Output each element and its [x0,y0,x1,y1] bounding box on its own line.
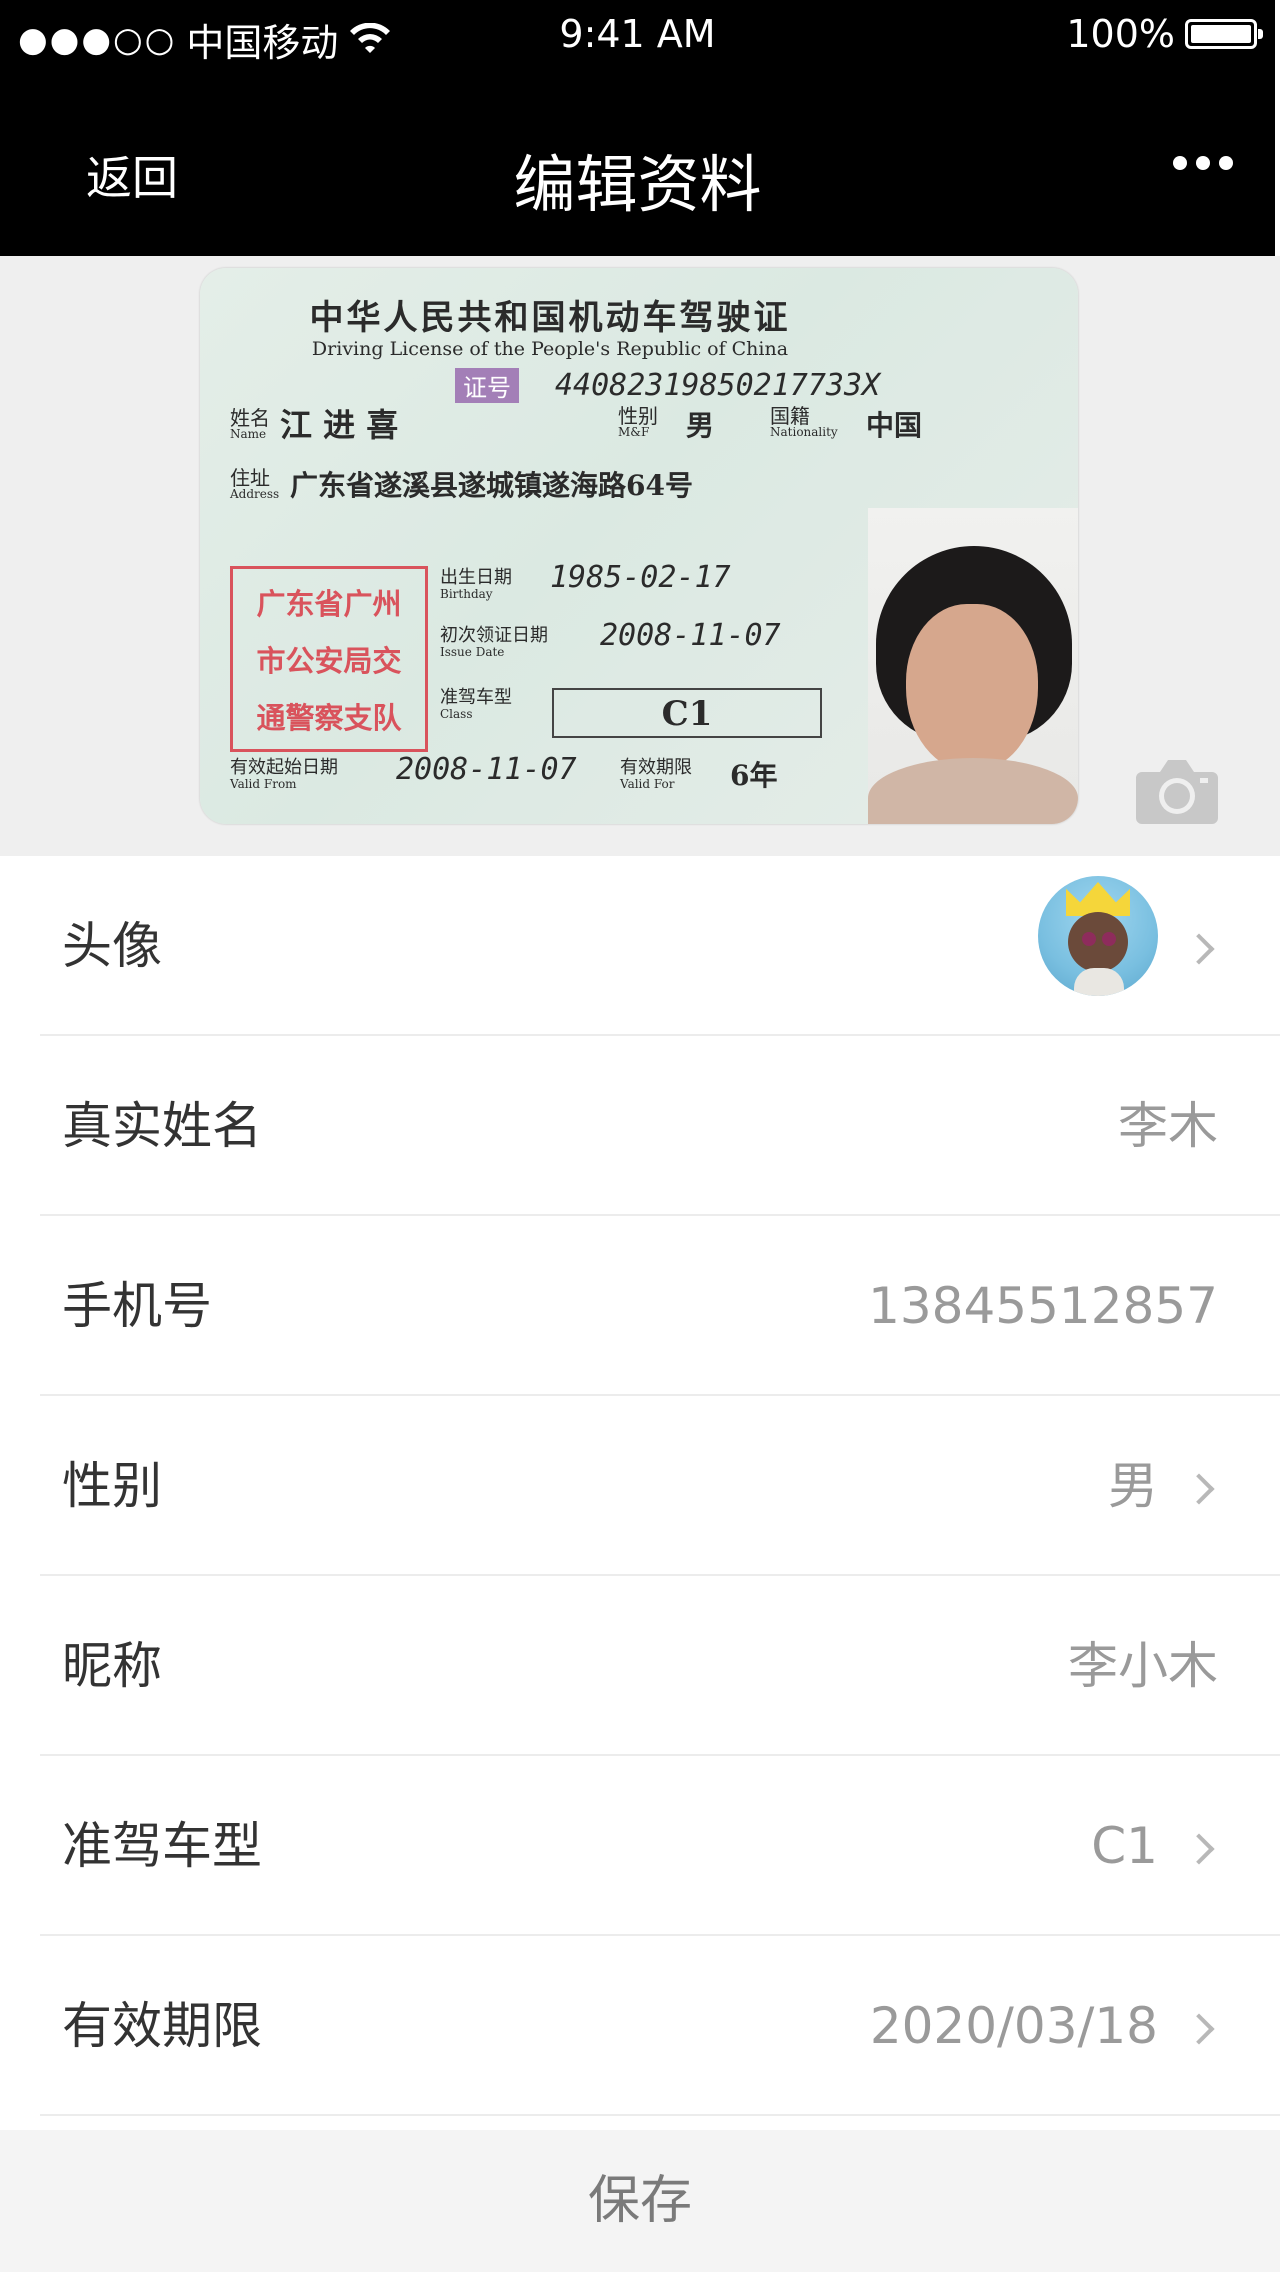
stamp-line: 通警察支队 [256,701,402,736]
save-button[interactable]: 保存 [0,2130,1280,2272]
portrait-face [906,604,1038,772]
name-label-en: Name [230,427,267,441]
license-birthday: 1985-02-17 [550,560,731,595]
portrait-shoulders [868,758,1078,824]
police-stamp: 广东省广州 市公安局交 通警察支队 [230,566,428,752]
row-label: 准驾车型 [62,1817,262,1875]
address-label-en: Address [230,487,280,501]
valid-period-value[interactable]: 2020/03/18 [870,1936,1158,2116]
cert-label: 证号 [455,368,519,403]
license-sex: 男 [686,409,715,442]
row-label: 手机号 [62,1277,212,1335]
row-label: 昵称 [62,1637,162,1695]
real-name-value[interactable]: 李木 [1118,1036,1218,1216]
license-nationality: 中国 [866,409,923,442]
license-class-value[interactable]: C1 [1091,1756,1158,1936]
license-valid-from: 2008-11-07 [396,752,577,787]
nationality-label-en: Nationality [770,425,838,439]
battery-percent: 100% [1066,12,1175,56]
class-label-en: Class [440,707,473,721]
row-valid-period[interactable]: 有效期限 2020/03/18 [40,1936,1280,2116]
valid-from-label: 有效起始日期 Valid From [230,757,338,791]
row-avatar[interactable]: 头像 [40,856,1280,1036]
class-label-cn: 准驾车型 [440,687,512,708]
chevron-right-icon [1183,1473,1215,1505]
address-label: 住址 Address [230,468,279,500]
license-valid-for: 6年 [730,759,778,792]
row-label: 真实姓名 [62,1097,262,1155]
nationality-label: 国籍 Nationality [770,406,838,438]
row-phone[interactable]: 手机号 13845512857 [40,1216,1280,1396]
phone-value[interactable]: 13845512857 [868,1216,1218,1396]
valid-from-label-cn: 有效起始日期 [230,757,338,778]
stamp-line: 广东省广州 [256,586,402,621]
profile-form-list: 头像 真实姓名 李木 手机号 13845512857 性别 男 昵称 李小木 准… [0,856,1280,2116]
chevron-right-icon [1183,2013,1215,2045]
license-address: 广东省遂溪县遂城镇遂海路64号 [290,469,693,502]
battery-fill [1191,25,1251,43]
avatar-body [1074,968,1124,996]
issue-label-en: Issue Date [440,645,505,659]
avatar-eye [1102,932,1116,946]
sex-label: 性别 M&F [618,406,658,438]
issue-label-cn: 初次领证日期 [440,625,548,646]
stamp-line: 市公安局交 [256,643,402,678]
license-panel: 中华人民共和国机动车驾驶证 Driving License of the Peo… [0,256,1280,856]
birthday-label-en: Birthday [440,587,493,601]
driving-license-image[interactable]: 中华人民共和国机动车驾驶证 Driving License of the Peo… [200,268,1078,824]
license-class: C1 [552,688,822,738]
class-label: 准驾车型 Class [440,687,512,721]
avatar-crown [1066,882,1130,916]
avatar-face [1068,912,1128,972]
license-title: 中华人民共和国机动车驾驶证 [309,298,791,338]
gender-value[interactable]: 男 [1108,1396,1158,1576]
valid-for-label-en: Valid For [620,777,675,791]
name-label: 姓名 Name [230,408,270,440]
issue-date-label: 初次领证日期 Issue Date [440,625,548,659]
battery-icon [1185,19,1263,49]
valid-for-label: 有效期限 Valid For [620,757,692,791]
avatar[interactable] [1038,876,1158,996]
nav-bar: 返回 编辑资料 [0,70,1275,256]
row-real-name[interactable]: 真实姓名 李木 [40,1036,1280,1216]
more-dot [1196,156,1210,170]
nickname-value[interactable]: 李小木 [1068,1576,1218,1756]
row-label: 性别 [62,1457,162,1515]
row-gender[interactable]: 性别 男 [40,1396,1280,1576]
license-portrait-photo [868,508,1078,824]
birthday-label: 出生日期 Birthday [440,567,512,601]
more-icon[interactable] [1173,156,1233,170]
row-label: 头像 [62,917,162,975]
cert-number: 44082319850217733X [555,368,881,403]
row-label: 有效期限 [62,1997,262,2055]
license-issue-date: 2008-11-07 [600,618,781,653]
license-subtitle: Driving License of the People's Republic… [311,338,789,360]
battery-info: 100% [1066,12,1263,56]
birthday-label-cn: 出生日期 [440,567,512,588]
row-nickname[interactable]: 昵称 李小木 [40,1576,1280,1756]
camera-icon[interactable] [1134,756,1220,826]
valid-for-label-cn: 有效期限 [620,757,692,778]
avatar-eye [1082,932,1096,946]
license-name: 江 进 喜 [280,406,399,444]
row-license-class[interactable]: 准驾车型 C1 [40,1756,1280,1936]
more-dot [1173,156,1187,170]
more-dot [1219,156,1233,170]
valid-from-label-en: Valid From [230,777,297,791]
chevron-right-icon [1183,933,1215,965]
page-title: 编辑资料 [513,148,762,221]
status-bar: ●●●○○ 中国移动 9:41 AM 100% [0,0,1275,70]
chevron-right-icon [1183,1833,1215,1865]
